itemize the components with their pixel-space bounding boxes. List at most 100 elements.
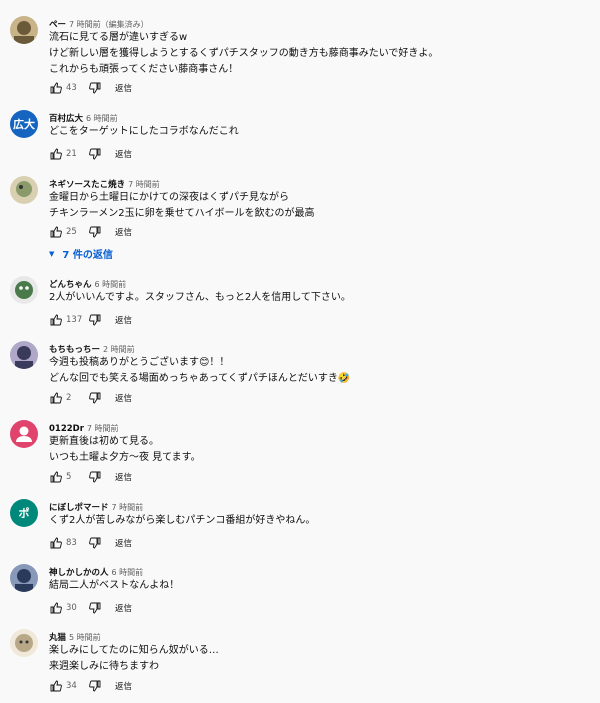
comment-header: もちもっちー 2 時間前 — [49, 341, 135, 355]
comment-header: 神しかしかの人 6 時間前 — [49, 564, 144, 578]
avatar[interactable] — [10, 341, 38, 369]
dislike-button[interactable] — [88, 536, 102, 550]
dislike-button[interactable] — [88, 391, 102, 405]
comment-time[interactable]: 7 時間前 — [87, 424, 119, 433]
comment-author[interactable]: どんちゃん — [49, 280, 92, 290]
avatar[interactable] — [10, 629, 38, 657]
like-count: 30 — [66, 603, 77, 613]
comment-time[interactable]: 5 時間前 — [69, 633, 101, 642]
comment-author[interactable]: もちもっちー — [49, 345, 100, 355]
avatar[interactable] — [10, 16, 38, 44]
comment-line: 来週楽しみに待ちますわ — [49, 661, 159, 672]
dislike-button[interactable] — [88, 313, 102, 327]
comment-time[interactable]: 6 時間前 — [112, 568, 144, 577]
comment-line: どんな回でも笑える場面めっちゃあってくずパチほんとだいすき🤣 — [49, 373, 351, 384]
thumbs-up-icon — [50, 82, 62, 94]
comment-line: けど新しい層を獲得しようとするくずパチスタッフの動き方も藤商事みたいで好きよ。 — [49, 48, 439, 59]
comment-time[interactable]: 6 時間前 — [86, 114, 118, 123]
comment-author[interactable]: 0122Dr — [49, 424, 84, 434]
comment-text: 2人がいいんですよ。スタッフさん、もっと2人を信用して下さい。 — [49, 290, 351, 306]
thumbs-up-icon — [50, 392, 62, 404]
like-button[interactable] — [49, 679, 63, 693]
avatar[interactable]: 広大 — [10, 110, 38, 138]
comment-text: どこをターゲットにしたコラボなんだこれ — [49, 124, 239, 140]
comment-text: 更新直後は初めて見る。 いつも土曜よ夕方〜夜 見てます。 — [49, 434, 201, 466]
reply-button[interactable]: 返信 — [115, 148, 132, 160]
reply-button[interactable]: 返信 — [115, 314, 132, 326]
thumbs-down-icon — [89, 602, 101, 614]
avatar[interactable] — [10, 276, 38, 304]
comment-actions: 2 返信 — [49, 391, 132, 405]
comment-actions: 21 返信 — [49, 147, 132, 161]
comment-line: 楽しみにしてたのに知らん奴がいる… — [49, 645, 219, 656]
like-button[interactable] — [49, 313, 63, 327]
comment-actions: 34 返信 — [49, 679, 132, 693]
reply-button[interactable]: 返信 — [115, 537, 132, 549]
thumbs-down-icon — [89, 471, 101, 483]
like-button[interactable] — [49, 81, 63, 95]
comment-author[interactable]: にぼしポマード — [49, 503, 109, 513]
comment-header: にぼしポマード 7 時間前 — [49, 499, 144, 513]
thumbs-up-icon — [50, 314, 62, 326]
dislike-button[interactable] — [88, 225, 102, 239]
dislike-button[interactable] — [88, 147, 102, 161]
like-button[interactable] — [49, 470, 63, 484]
like-count: 21 — [66, 149, 77, 159]
dislike-button[interactable] — [88, 81, 102, 95]
comment-time[interactable]: 6 時間前 — [95, 280, 127, 289]
thumbs-up-icon — [50, 226, 62, 238]
comment-line: 今週も投稿ありがとうございます😊！！ — [49, 357, 230, 368]
comment-line: 金曜日から土曜日にかけての深夜はくずパチ見ながら — [49, 192, 289, 203]
thumbs-up-icon — [50, 148, 62, 160]
like-button[interactable] — [49, 536, 63, 550]
avatar[interactable] — [10, 564, 38, 592]
like-count: 5 — [66, 472, 72, 482]
comment-text: 金曜日から土曜日にかけての深夜はくずパチ見ながら チキンラーメン2玉に卵を乗せて… — [49, 190, 314, 222]
thumbs-up-icon — [50, 680, 62, 692]
comment-time[interactable]: 7 時間前 — [112, 503, 144, 512]
reply-button[interactable]: 返信 — [115, 392, 132, 404]
comment-actions: 30 返信 — [49, 601, 132, 615]
comment-time[interactable]: 7 時間前（編集済み） — [69, 20, 149, 29]
comment-author[interactable]: ペー — [49, 20, 66, 30]
view-replies-button[interactable]: ▼ 7 件の返信 — [49, 246, 113, 262]
avatar[interactable] — [10, 420, 38, 448]
comment-time[interactable]: 2 時間前 — [103, 345, 135, 354]
thumbs-down-icon — [89, 680, 101, 692]
like-button[interactable] — [49, 147, 63, 161]
reply-button[interactable]: 返信 — [115, 82, 132, 94]
thumbs-up-icon — [50, 471, 62, 483]
thumbs-down-icon — [89, 392, 101, 404]
avatar[interactable]: ポ — [10, 499, 38, 527]
reply-button[interactable]: 返信 — [115, 680, 132, 692]
comment-line: これからも頑張ってください藤商事さん！ — [49, 64, 239, 75]
thumbs-down-icon — [89, 537, 101, 549]
comment-author[interactable]: 丸猫 — [49, 633, 66, 643]
comment-header: ネギソースたこ焼き 7 時間前 — [49, 176, 160, 190]
comment-author[interactable]: ネギソースたこ焼き — [49, 180, 125, 190]
dislike-button[interactable] — [88, 601, 102, 615]
reply-button[interactable]: 返信 — [115, 471, 132, 483]
like-button[interactable] — [49, 391, 63, 405]
like-button[interactable] — [49, 601, 63, 615]
comment-author[interactable]: 神しかしかの人 — [49, 568, 109, 578]
reply-button[interactable]: 返信 — [115, 226, 132, 238]
like-count: 25 — [66, 227, 77, 237]
comment-line: チキンラーメン2玉に卵を乗せてハイボールを飲むのが最高 — [49, 208, 315, 219]
comment-author[interactable]: 百村広大 — [49, 114, 83, 124]
comment-line: 2人がいいんですよ。スタッフさん、もっと2人を信用して下さい。 — [49, 292, 351, 303]
comment-line: 流石に見てる層が違いすぎるw — [49, 32, 188, 43]
comment-time[interactable]: 7 時間前 — [128, 180, 160, 189]
dislike-button[interactable] — [88, 679, 102, 693]
like-button[interactable] — [49, 225, 63, 239]
avatar[interactable] — [10, 176, 38, 204]
comment-actions: 25 返信 — [49, 225, 132, 239]
comment-header: 0122Dr 7 時間前 — [49, 420, 119, 434]
comment-header: どんちゃん 6 時間前 — [49, 276, 127, 290]
comment-header: 丸猫 5 時間前 — [49, 629, 101, 643]
dislike-button[interactable] — [88, 470, 102, 484]
reply-button[interactable]: 返信 — [115, 602, 132, 614]
comment-line: いつも土曜よ夕方〜夜 見てます。 — [49, 452, 201, 463]
comment-line: 更新直後は初めて見る。 — [49, 436, 159, 447]
like-count: 2 — [66, 393, 72, 403]
